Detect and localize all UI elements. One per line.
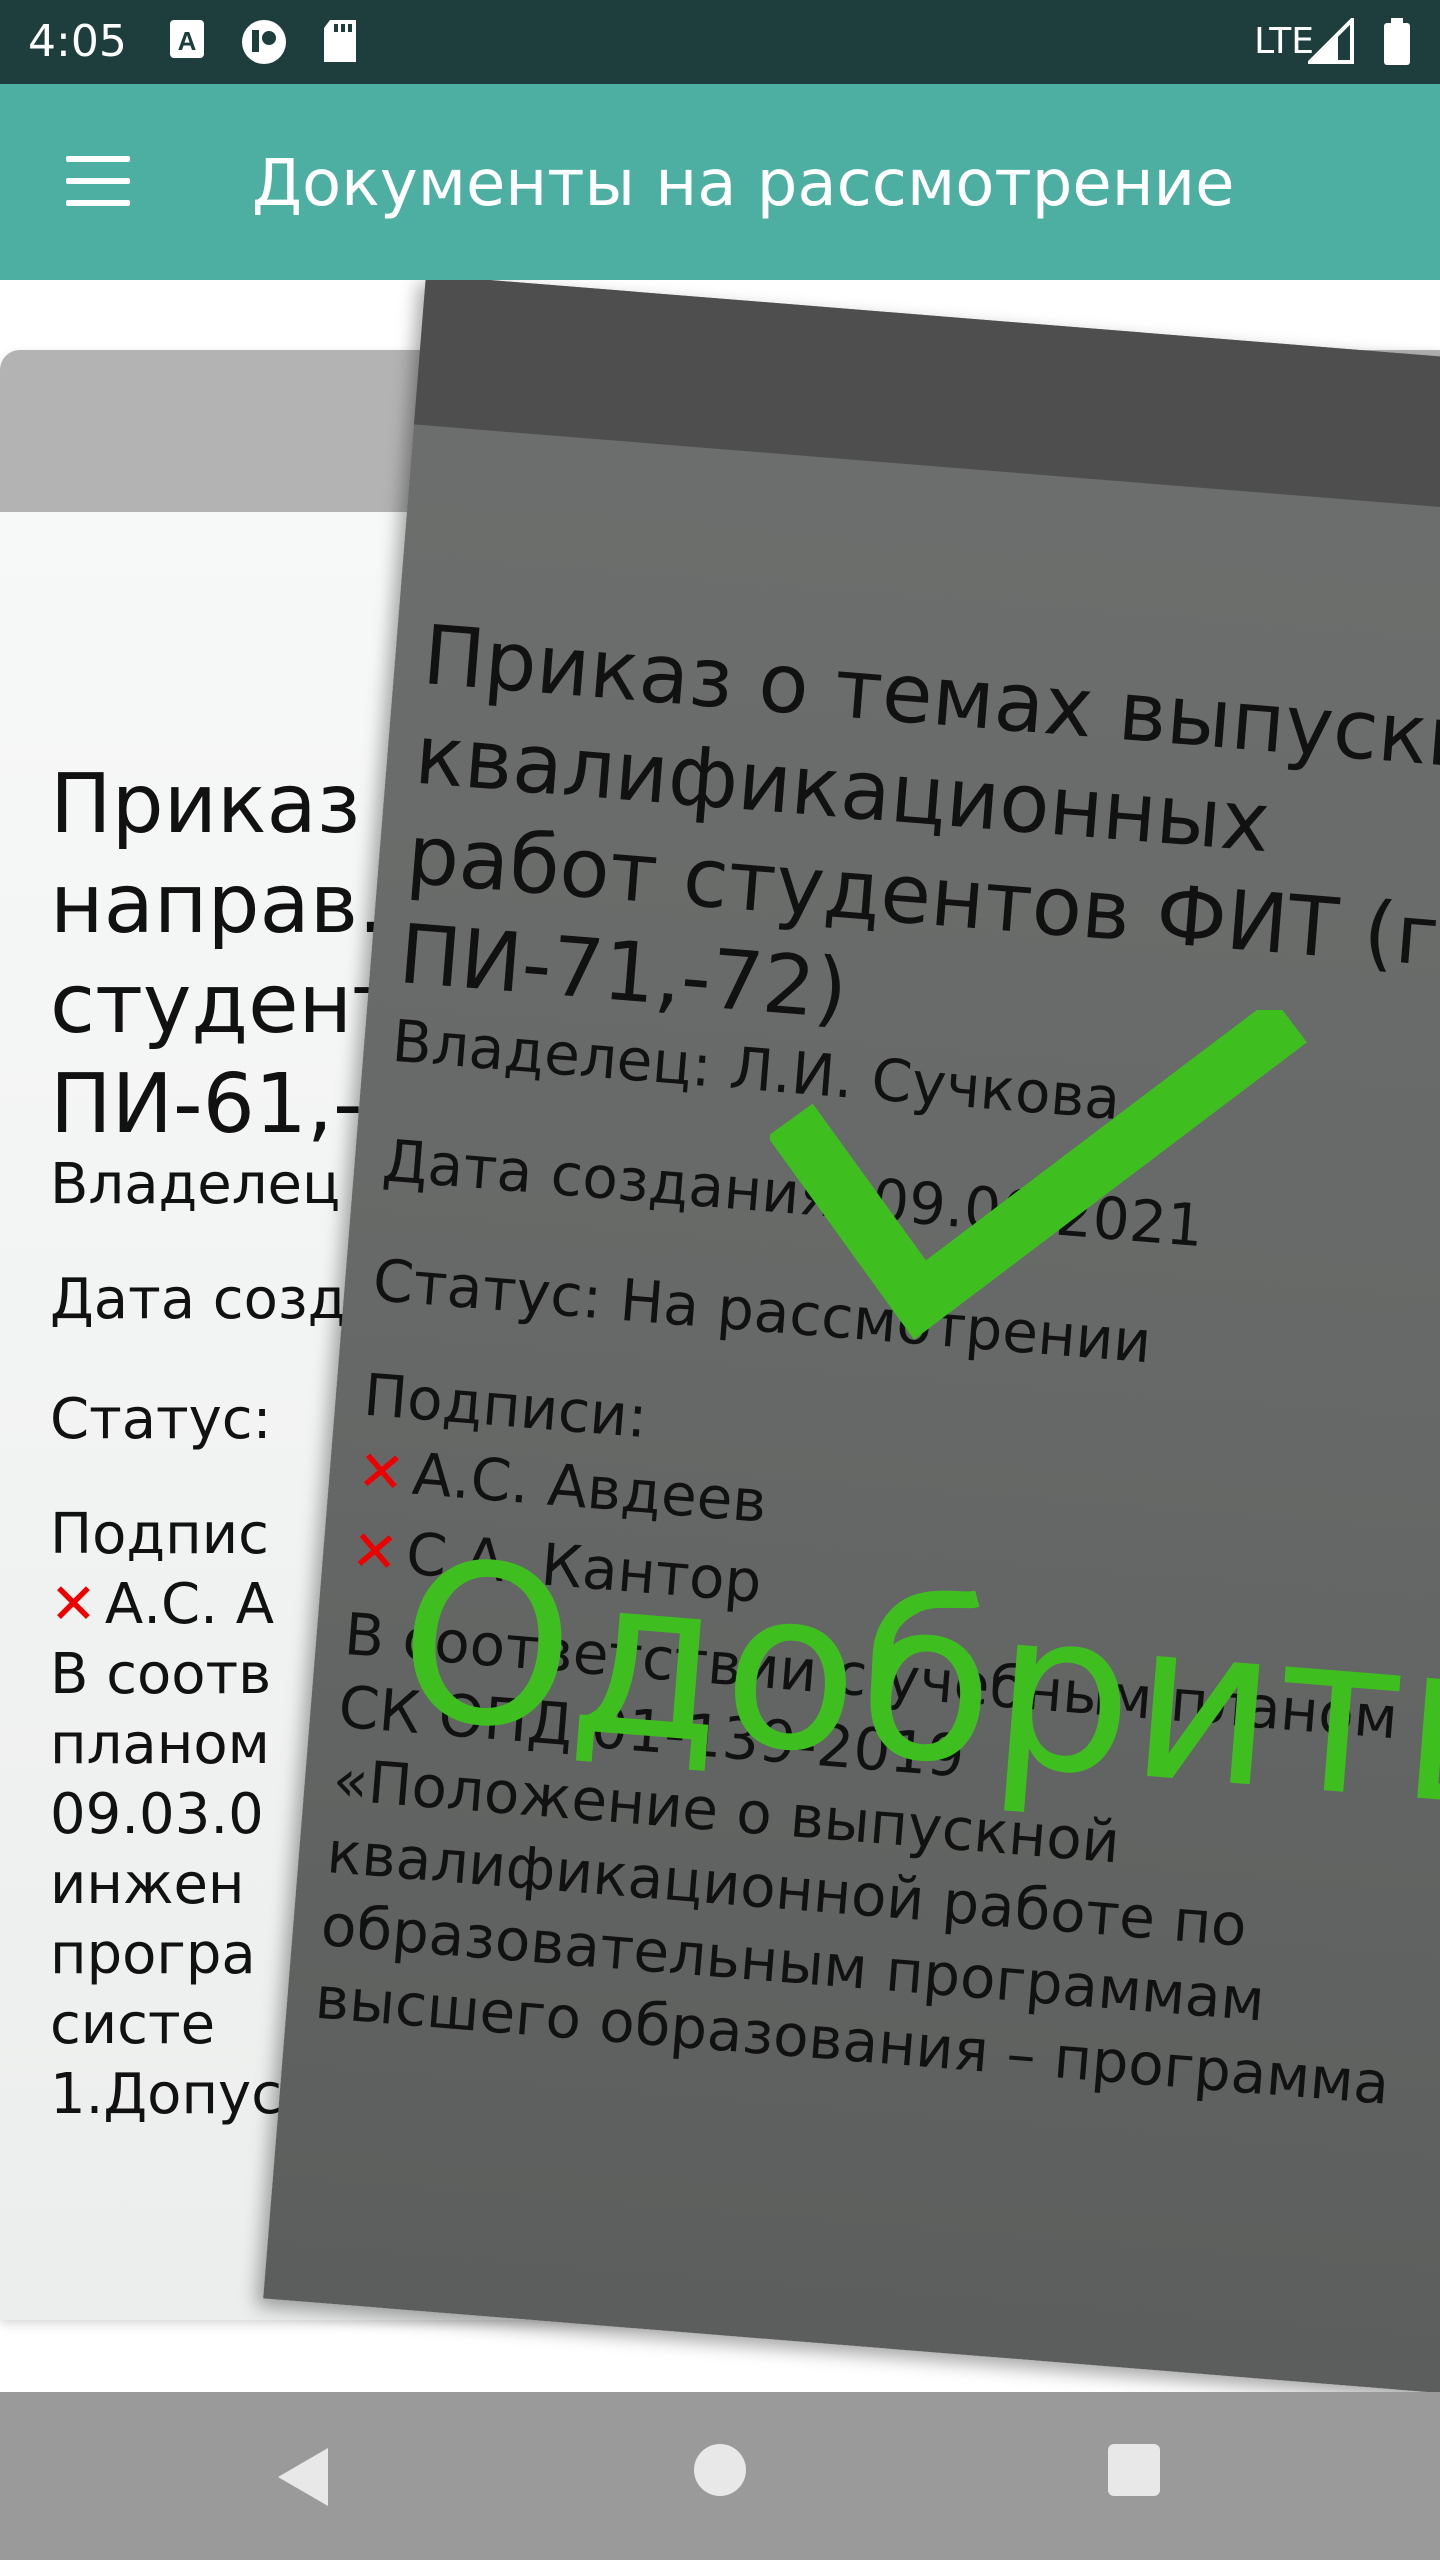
signer-row: ✕ А.С. А (50, 1570, 274, 1640)
not-signed-icon: ✕ (355, 1438, 408, 1507)
recents-icon[interactable] (1108, 2444, 1160, 2496)
body-line: В соотв (50, 1642, 272, 1707)
owner-label: Владелец (50, 1152, 341, 1217)
battery-icon (1382, 18, 1412, 70)
body-line: програ (50, 1922, 256, 1987)
svg-text:A: A (178, 26, 197, 56)
navigation-bar (0, 2392, 1440, 2560)
app-bar: Документы на рассмотрение (0, 84, 1440, 280)
signatures-label: Подпис (50, 1502, 269, 1567)
page-title: Документы на рассмотрение (252, 147, 1235, 221)
media-icon (238, 18, 290, 70)
not-signed-icon: ✕ (50, 1572, 97, 1637)
a11y-icon: A (168, 18, 208, 66)
date-label: Дата созд (50, 1267, 347, 1332)
body-line: планом (50, 1712, 270, 1777)
signer-name: А.С. А (104, 1572, 275, 1637)
back-icon[interactable] (270, 2442, 340, 2512)
document-stack: Приказ направ. студент ПИ-61,- Владелец … (0, 280, 1440, 2392)
status-time: 4:05 (28, 16, 127, 67)
status-bar: 4:05 A LTE (0, 0, 1440, 84)
network-type: LTE (1254, 21, 1314, 62)
body-line: 09.03.0 (50, 1782, 264, 1847)
checkmark-icon (770, 1010, 1307, 1340)
status-label: Статус: (50, 1387, 272, 1452)
not-signed-icon: ✕ (348, 1518, 401, 1587)
home-icon[interactable] (694, 2444, 746, 2496)
sd-card-icon (320, 18, 360, 68)
body-line: 1.Допус (50, 2062, 282, 2127)
body-line: систе (50, 1992, 216, 2057)
body-line: инжен (50, 1852, 245, 1917)
hamburger-menu-icon[interactable] (58, 150, 138, 214)
signal-icon (1305, 15, 1354, 68)
